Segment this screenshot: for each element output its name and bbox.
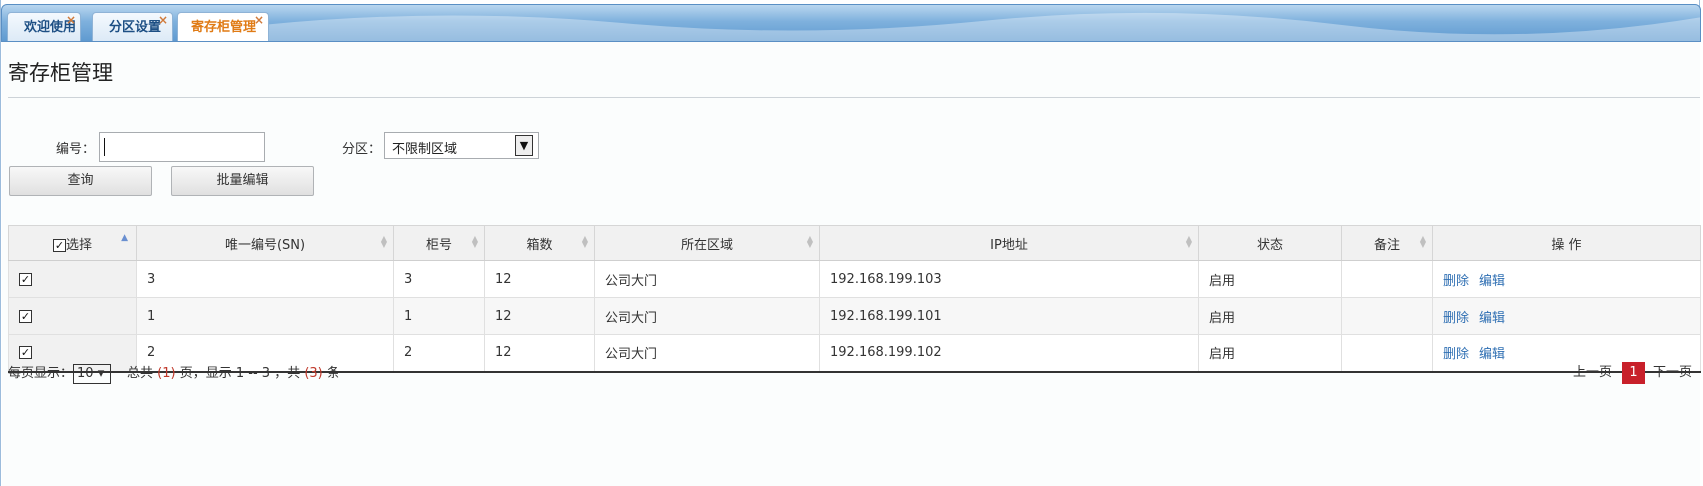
tab-zone-settings-label: 分区设置 (109, 20, 162, 35)
chevron-down-icon[interactable]: ▼ (515, 135, 533, 156)
col-header-zone[interactable]: 所在区域 ▲ ▼ (594, 225, 820, 261)
tab-welcome[interactable]: 欢迎使用 × (7, 12, 81, 41)
edit-link[interactable]: 编辑 (1479, 274, 1505, 289)
cell-cabinet: 2 (393, 334, 485, 373)
col-header-boxes[interactable]: 箱数 ▲ ▼ (484, 225, 595, 261)
total-rows-post: 条 (326, 366, 340, 381)
current-page[interactable]: 1 (1621, 362, 1645, 384)
pager: 上一页 1 下一页 (1573, 361, 1692, 384)
col-header-sn[interactable]: 唯一编号(SN) ▲ ▼ (136, 225, 394, 261)
cell-boxes: 12 (484, 260, 595, 298)
cell-actions: 删除 编辑 (1432, 260, 1701, 298)
delete-link[interactable]: 删除 (1443, 274, 1469, 289)
sort-icon[interactable]: ▲ ▼ (381, 235, 387, 249)
row-checkbox[interactable]: ✓ (19, 272, 32, 286)
delete-link[interactable]: 删除 (1443, 311, 1469, 326)
cell-zone: 公司大门 (594, 334, 820, 373)
tab-welcome-close-icon[interactable]: × (66, 5, 76, 35)
per-page-value: 10 (77, 365, 94, 381)
query-button[interactable]: 查询 (9, 166, 152, 196)
sn-filter-label: 编号： (56, 142, 96, 157)
select-all-checkbox[interactable]: ✓ (52, 238, 66, 252)
cell-note (1341, 297, 1433, 335)
col-header-cabinet-label: 柜号 (425, 237, 452, 253)
edit-link[interactable]: 编辑 (1479, 311, 1505, 326)
cell-ip: 192.168.199.103 (819, 260, 1199, 298)
row-checkbox[interactable]: ✓ (19, 309, 32, 323)
table-row: ✓ 3 3 12 公司大门 192.168.199.103 启用 删除 编辑 (8, 260, 1701, 298)
table-row: ✓ 1 1 12 公司大门 192.168.199.101 启用 删除 编辑 (8, 297, 1701, 335)
col-header-note-label: 备注 (1373, 237, 1400, 253)
zone-filter-selected: 不限制区域 (392, 142, 458, 157)
tab-zone-settings-close-icon[interactable]: × (158, 5, 168, 35)
total-pages-pre: 总共 (127, 366, 154, 381)
row-select-cell: ✓ (8, 297, 137, 335)
col-header-actions: 操 作 (1432, 225, 1701, 261)
cell-sn: 1 (136, 297, 394, 335)
row-checkbox[interactable]: ✓ (19, 346, 32, 360)
col-header-ip[interactable]: IP地址 ▲ ▼ (819, 225, 1199, 261)
sort-asc-icon[interactable]: ▲ (121, 233, 128, 243)
sort-icon[interactable]: ▲ ▼ (1420, 235, 1426, 249)
cell-cabinet: 3 (393, 260, 485, 298)
sort-icon[interactable]: ▲ ▼ (472, 235, 478, 249)
tab-locker-management-close-icon[interactable]: × (254, 5, 264, 35)
total-pages-value: (1) (157, 366, 176, 381)
cell-ip: 192.168.199.102 (819, 334, 1199, 373)
cell-boxes: 12 (484, 334, 595, 373)
delete-link[interactable]: 删除 (1443, 347, 1469, 362)
title-divider (8, 97, 1700, 98)
pagination-summary: 每页显示： 10 ▾ 总共 (1) 页，显示 1 -- 3 ，共 (3) 条 (8, 362, 340, 384)
cell-note (1341, 334, 1433, 373)
col-header-sn-label: 唯一编号(SN) (224, 237, 306, 253)
cell-note (1341, 260, 1433, 298)
cell-status: 启用 (1198, 334, 1342, 373)
col-header-status-label: 状态 (1256, 237, 1283, 253)
cell-status: 启用 (1198, 260, 1342, 298)
text-caret (104, 138, 105, 156)
col-header-select[interactable]: ✓ 选择 ▲ (8, 225, 137, 261)
cell-actions: 删除 编辑 (1432, 297, 1701, 335)
col-header-zone-label: 所在区域 (680, 237, 733, 253)
main-content: 寄存柜管理 编号： 分区： 不限制区域 ▼ 查询 批量编辑 ✓ 选择 ▲ 唯一编… (2, 42, 1701, 486)
cell-cabinet: 1 (393, 297, 485, 335)
col-header-ip-label: IP地址 (990, 237, 1028, 253)
page-title: 寄存柜管理 (8, 61, 113, 85)
cell-sn: 3 (136, 260, 394, 298)
tab-zone-settings[interactable]: 分区设置 × (92, 12, 173, 41)
cell-zone: 公司大门 (594, 297, 820, 335)
sn-filter-input[interactable] (99, 132, 265, 162)
table-header-row: ✓ 选择 ▲ 唯一编号(SN) ▲ ▼ 柜号 ▲ ▼ 箱数 ▲ ▼ 所在区域 ▲ ▼ IP地址 ▲ ▼… (8, 225, 1701, 261)
col-header-note[interactable]: 备注 ▲ ▼ (1341, 225, 1433, 261)
col-header-select-label: 选择 (65, 237, 92, 253)
locker-table: ✓ 选择 ▲ 唯一编号(SN) ▲ ▼ 柜号 ▲ ▼ 箱数 ▲ ▼ 所在区域 ▲ ▼ IP地址 ▲ ▼… (8, 225, 1701, 373)
sort-icon[interactable]: ▲ ▼ (582, 235, 588, 249)
col-header-status: 状态 (1198, 225, 1342, 261)
total-pages-post: 页，显示 1 -- 3 ，共 (179, 366, 301, 381)
app-frame: 欢迎使用 × 分区设置 × 寄存柜管理 × 寄存柜管理 编号： 分区： 不限制区… (0, 0, 1701, 486)
cell-status: 启用 (1198, 297, 1342, 335)
cell-ip: 192.168.199.101 (819, 297, 1199, 335)
zone-filter-label: 分区： (342, 142, 382, 157)
col-header-boxes-label: 箱数 (526, 237, 553, 253)
cell-boxes: 12 (484, 297, 595, 335)
prev-page-link[interactable]: 上一页 (1573, 365, 1612, 380)
tab-bar: 欢迎使用 × 分区设置 × 寄存柜管理 × (1, 4, 1701, 42)
batch-edit-button[interactable]: 批量编辑 (171, 166, 314, 196)
row-select-cell: ✓ (8, 260, 137, 298)
col-header-cabinet[interactable]: 柜号 ▲ ▼ (393, 225, 485, 261)
per-page-label: 每页显示： (8, 366, 74, 381)
total-rows-value: (3) (304, 366, 323, 381)
edit-link[interactable]: 编辑 (1479, 347, 1505, 362)
tab-bar-wave-decoration (262, 12, 1700, 41)
sort-icon[interactable]: ▲ ▼ (807, 235, 813, 249)
tab-locker-management[interactable]: 寄存柜管理 × (177, 12, 269, 41)
zone-filter-select[interactable]: 不限制区域 ▼ (384, 132, 539, 159)
tab-locker-management-label: 寄存柜管理 (191, 20, 257, 35)
col-header-actions-label: 操 作 (1551, 237, 1582, 253)
next-page-link[interactable]: 下一页 (1653, 365, 1692, 380)
per-page-select[interactable]: 10 ▾ (73, 363, 112, 384)
sort-icon[interactable]: ▲ ▼ (1186, 235, 1192, 249)
cell-zone: 公司大门 (594, 260, 820, 298)
